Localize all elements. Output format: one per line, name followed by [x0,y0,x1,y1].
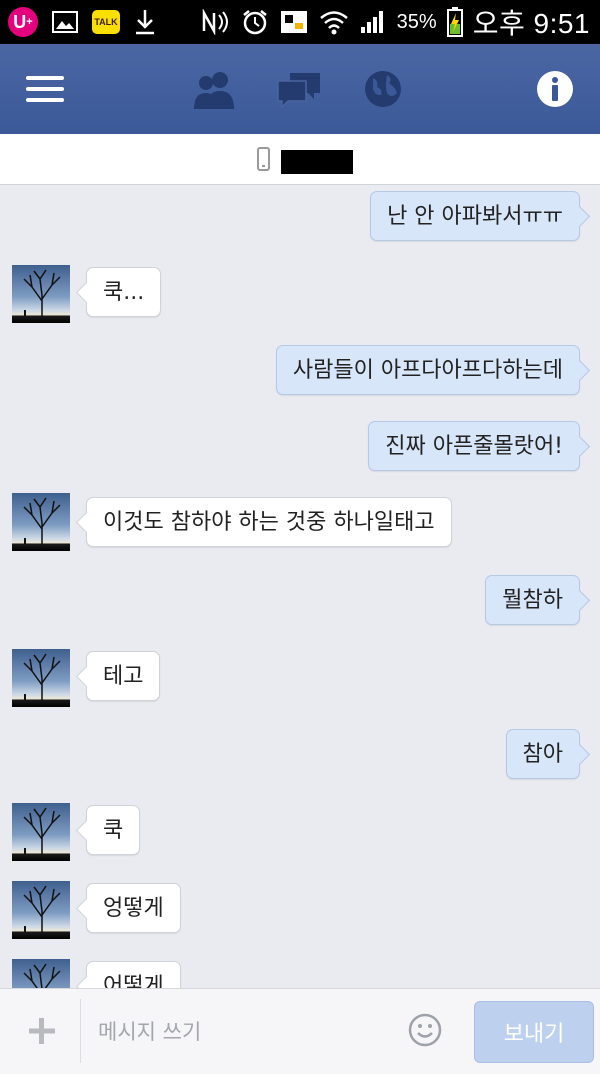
sent-message-bubble: 사람들이 아프다아프다하는데 [275,345,580,395]
battery-percent: 35% [396,10,437,33]
clock: 오후 9:51 [472,8,590,39]
sender-avatar[interactable] [12,881,70,939]
message-row: 뭘참하 [0,575,600,625]
tree-silhouette-icon [23,269,61,317]
menu-button[interactable] [22,66,68,112]
send-button[interactable]: 보내기 [474,1001,594,1063]
redacted-recipient-name [281,150,353,174]
received-message-bubble: 어떻게 [86,961,181,988]
messages-button[interactable] [276,66,322,112]
tree-silhouette-icon [23,885,61,933]
message-composer: 보내기 [0,988,600,1074]
message-row: 쿡 [0,803,600,863]
received-message-bubble: 쿡 [86,805,141,855]
friends-icon [194,72,234,109]
sent-message-bubble: 뭘참하 [485,575,580,625]
notifications-globe-icon [365,71,401,107]
smiley-icon [408,1013,442,1047]
message-row: 테고 [0,649,600,709]
signal-icon [360,11,383,33]
received-message-bubble: 이것도 참하야 하는 것중 하나일태고 [86,497,452,547]
composer-divider [80,999,81,1063]
received-message-bubble: 엉떻게 [86,883,181,933]
mobile-phone-icon [257,147,270,171]
sent-message-bubble: 난 안 아파봐서ㅠㅠ [370,191,580,241]
message-row: 이것도 참하야 하는 것중 하나일태고 [0,493,600,553]
attach-button[interactable] [22,1003,62,1059]
tree-silhouette-icon [23,497,61,545]
menu-icon [26,76,64,102]
tree-silhouette-icon [23,963,61,988]
message-row: 엉떻게 [0,881,600,941]
gallery-icon [52,11,78,33]
chat-thread[interactable]: 난 안 아파봐서ㅠㅠ 쿡... 사람들이 아프다아프다하는데 진짜 아픈줄몰랏어… [0,185,600,988]
message-row: 진짜 아픈줄몰랏어! [0,421,600,471]
messages-icon [277,73,320,109]
received-message-bubble: 테고 [86,651,161,701]
sender-avatar[interactable] [12,959,70,988]
battery-charging-icon [446,7,463,37]
tree-silhouette-icon [23,653,61,701]
notifications-button[interactable] [360,66,406,112]
emoji-button[interactable] [406,1011,444,1049]
download-icon [136,10,154,35]
info-button[interactable] [532,66,578,112]
message-row: 어떻게 [0,959,600,988]
wifi-icon [319,11,348,35]
nfc-icon [202,9,228,35]
message-row: 사람들이 아프다아프다하는데 [0,345,600,395]
top-navigation-bar [0,44,600,135]
status-bar: U + TALK 35% 오후 9:51 [0,0,600,44]
sender-avatar[interactable] [12,265,70,323]
info-icon [537,71,573,107]
message-row: 난 안 아파봐서ㅠㅠ [0,191,600,241]
lg-u-plus-icon: U + [8,7,38,37]
image-notification-icon [280,11,307,33]
sent-message-bubble: 진짜 아픈줄몰랏어! [368,421,580,471]
kakaotalk-icon: TALK [92,10,120,34]
received-message-bubble: 쿡... [86,267,162,317]
sent-message-bubble: 참아 [505,729,580,779]
sender-avatar[interactable] [12,649,70,707]
tree-silhouette-icon [23,807,61,855]
friends-requests-button[interactable] [192,66,238,112]
alarm-icon [242,10,267,35]
message-row: 쿡... [0,265,600,325]
sender-avatar[interactable] [12,493,70,551]
plus-icon [29,1018,55,1044]
sender-avatar[interactable] [12,803,70,861]
message-row: 참아 [0,729,600,779]
message-input[interactable] [96,1003,400,1061]
